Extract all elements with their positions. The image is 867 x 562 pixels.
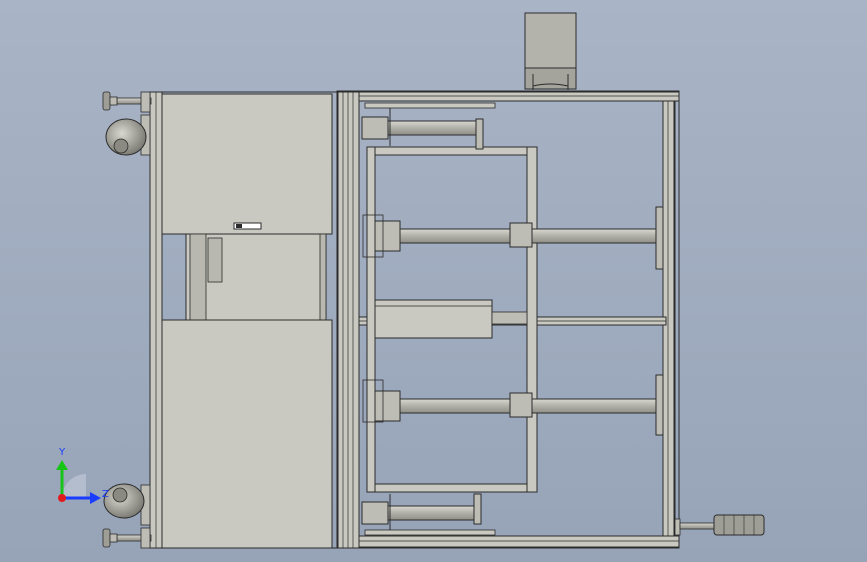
triad-z-label: Z <box>102 489 109 500</box>
bottom-leveling-foot <box>102 527 152 549</box>
triad-y-label: Y <box>58 447 66 458</box>
coordinate-triad: Y Z <box>56 447 109 504</box>
machine-drawing: Y Z <box>56 12 765 549</box>
motor-box <box>524 12 577 90</box>
top-leveling-foot <box>102 91 152 113</box>
main-shaft-lower <box>362 374 664 436</box>
inner-carriage <box>366 146 538 493</box>
upper-short-shaft <box>361 102 496 150</box>
bottom-caster-wheel <box>103 483 151 526</box>
cad-viewport[interactable]: Y Z <box>0 0 867 562</box>
lower-short-shaft <box>361 493 496 536</box>
top-caster-wheel <box>105 114 151 156</box>
left-cabinet <box>149 91 339 549</box>
main-shaft-upper <box>362 206 664 270</box>
crank-handle <box>674 514 765 536</box>
